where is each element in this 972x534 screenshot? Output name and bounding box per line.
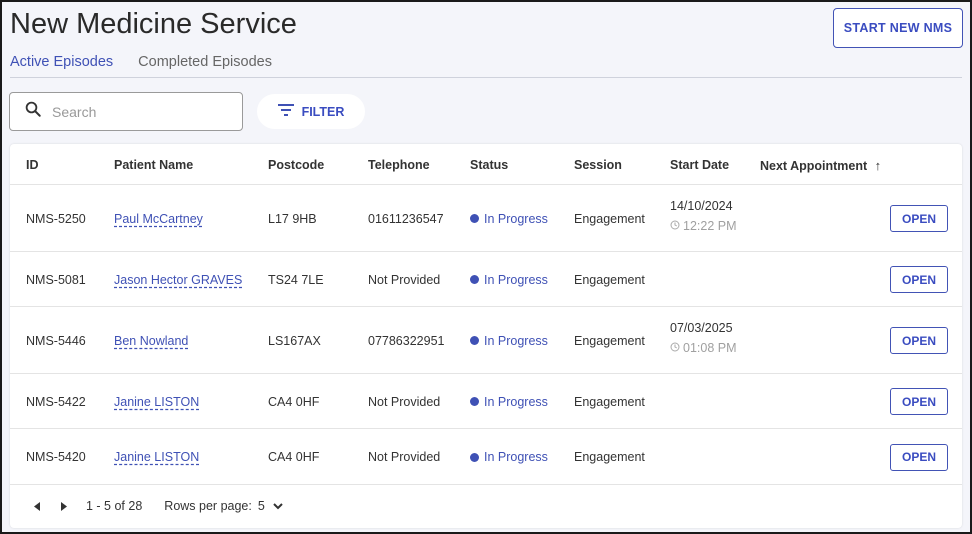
cell-session: Engagement <box>574 333 645 348</box>
chevron-down-icon <box>273 499 283 513</box>
cell-telephone: Not Provided <box>368 272 441 287</box>
column-header-next-appointment[interactable]: Next Appointment ↑ <box>760 158 881 173</box>
open-episode-button[interactable]: OPEN <box>890 266 948 293</box>
start-time: 01:08 PM <box>670 341 737 355</box>
table-row: NMS-5081 Jason Hector GRAVES TS24 7LE No… <box>10 252 962 307</box>
page-title: New Medicine Service <box>10 8 297 40</box>
episodes-table: ID Patient Name Postcode Telephone Statu… <box>10 144 962 528</box>
table-row: NMS-5250 Paul McCartney L17 9HB 01611236… <box>10 185 962 252</box>
status-dot-icon <box>470 336 479 345</box>
column-header-id[interactable]: ID <box>26 158 39 172</box>
status-badge: In Progress <box>470 395 548 409</box>
tab-active-episodes[interactable]: Active Episodes <box>10 54 113 70</box>
episode-tabs: Active Episodes Completed Episodes <box>10 54 272 70</box>
filter-label: FILTER <box>301 104 345 119</box>
cell-session: Engagement <box>574 272 645 287</box>
open-episode-button[interactable]: OPEN <box>890 327 948 354</box>
column-header-session[interactable]: Session <box>574 158 622 172</box>
next-page-icon[interactable] <box>58 501 70 511</box>
search-input[interactable] <box>52 103 222 120</box>
patient-name-link[interactable]: Janine LISTON <box>114 395 199 409</box>
cell-postcode: L17 9HB <box>268 211 317 226</box>
rows-per-page-select[interactable]: 5 <box>258 499 283 513</box>
cell-postcode: CA4 0HF <box>268 450 320 464</box>
status-badge: In Progress <box>470 334 548 348</box>
cell-telephone: 07786322951 <box>368 333 445 348</box>
patient-name-link[interactable]: Janine LISTON <box>114 450 199 464</box>
cell-postcode: TS24 7LE <box>268 272 324 287</box>
filter-icon <box>277 104 294 119</box>
cell-telephone: 01611236547 <box>368 211 444 226</box>
status-dot-icon <box>470 397 479 406</box>
rows-per-page-value: 5 <box>257 499 265 513</box>
cell-id: NMS-5446 <box>26 333 86 348</box>
status-label: In Progress <box>484 450 548 464</box>
cell-session: Engagement <box>574 450 645 464</box>
open-episode-button[interactable]: OPEN <box>890 388 948 415</box>
column-header-telephone[interactable]: Telephone <box>368 158 430 172</box>
cell-telephone: Not Provided <box>368 450 441 464</box>
status-dot-icon <box>470 452 479 462</box>
status-label: In Progress <box>484 272 548 287</box>
status-badge: In Progress <box>470 450 548 464</box>
status-badge: In Progress <box>470 212 548 226</box>
cell-id: NMS-5420 <box>26 450 86 464</box>
patient-name-link[interactable]: Ben Nowland <box>114 334 188 348</box>
clock-icon <box>670 219 680 233</box>
status-label: In Progress <box>484 394 548 409</box>
start-date-value: 14/10/2024 <box>670 199 733 213</box>
column-header-patient-name[interactable]: Patient Name <box>114 158 193 172</box>
start-time: 12:22 PM <box>670 219 737 233</box>
status-dot-icon <box>470 275 479 284</box>
cell-start-date: 07/03/2025 01:08 PM <box>670 321 737 355</box>
status-label: In Progress <box>484 211 548 226</box>
filter-button[interactable]: FILTER <box>257 94 365 129</box>
start-new-nms-button[interactable]: START NEW NMS <box>833 8 963 48</box>
search-icon <box>24 100 42 123</box>
clock-icon <box>670 341 680 355</box>
pagination: 1 - 5 of 28 Rows per page: 5 <box>10 486 962 526</box>
cell-postcode: CA4 0HF <box>268 394 320 409</box>
pagination-range: 1 - 5 of 28 <box>86 499 143 513</box>
next-appointment-label: Next Appointment <box>760 159 868 173</box>
table-row: NMS-5422 Janine LISTON CA4 0HF Not Provi… <box>10 374 962 429</box>
start-time-value: 12:22 PM <box>683 219 737 233</box>
cell-id: NMS-5250 <box>26 211 86 226</box>
cell-start-date: 14/10/2024 12:22 PM <box>670 199 737 233</box>
open-episode-button[interactable]: OPEN <box>890 205 948 232</box>
sort-ascending-icon: ↑ <box>874 158 882 173</box>
cell-id: NMS-5081 <box>26 272 86 287</box>
status-badge: In Progress <box>470 273 548 287</box>
column-header-postcode[interactable]: Postcode <box>268 158 324 172</box>
open-episode-button[interactable]: OPEN <box>890 443 948 471</box>
patient-name-link[interactable]: Jason Hector GRAVES <box>114 273 242 287</box>
cell-postcode: LS167AX <box>268 333 321 348</box>
tabs-divider <box>10 77 962 78</box>
tab-completed-episodes[interactable]: Completed Episodes <box>138 54 272 70</box>
rows-per-page-label: Rows per page: <box>164 499 252 513</box>
column-header-status[interactable]: Status <box>470 158 508 172</box>
table-header: ID Patient Name Postcode Telephone Statu… <box>10 144 962 185</box>
start-date-value: 07/03/2025 <box>670 321 733 335</box>
search-field[interactable] <box>9 92 243 131</box>
cell-session: Engagement <box>574 211 645 226</box>
previous-page-icon[interactable] <box>31 501 43 511</box>
column-header-start-date[interactable]: Start Date <box>670 158 729 172</box>
start-time-value: 01:08 PM <box>683 341 737 355</box>
table-row: NMS-5420 Janine LISTON CA4 0HF Not Provi… <box>10 429 962 485</box>
cell-telephone: Not Provided <box>368 394 441 409</box>
status-label: In Progress <box>484 333 548 348</box>
cell-id: NMS-5422 <box>26 394 86 409</box>
cell-session: Engagement <box>574 394 645 409</box>
status-dot-icon <box>470 214 479 223</box>
table-row: NMS-5446 Ben Nowland LS167AX 07786322951… <box>10 307 962 374</box>
patient-name-link[interactable]: Paul McCartney <box>114 212 203 226</box>
